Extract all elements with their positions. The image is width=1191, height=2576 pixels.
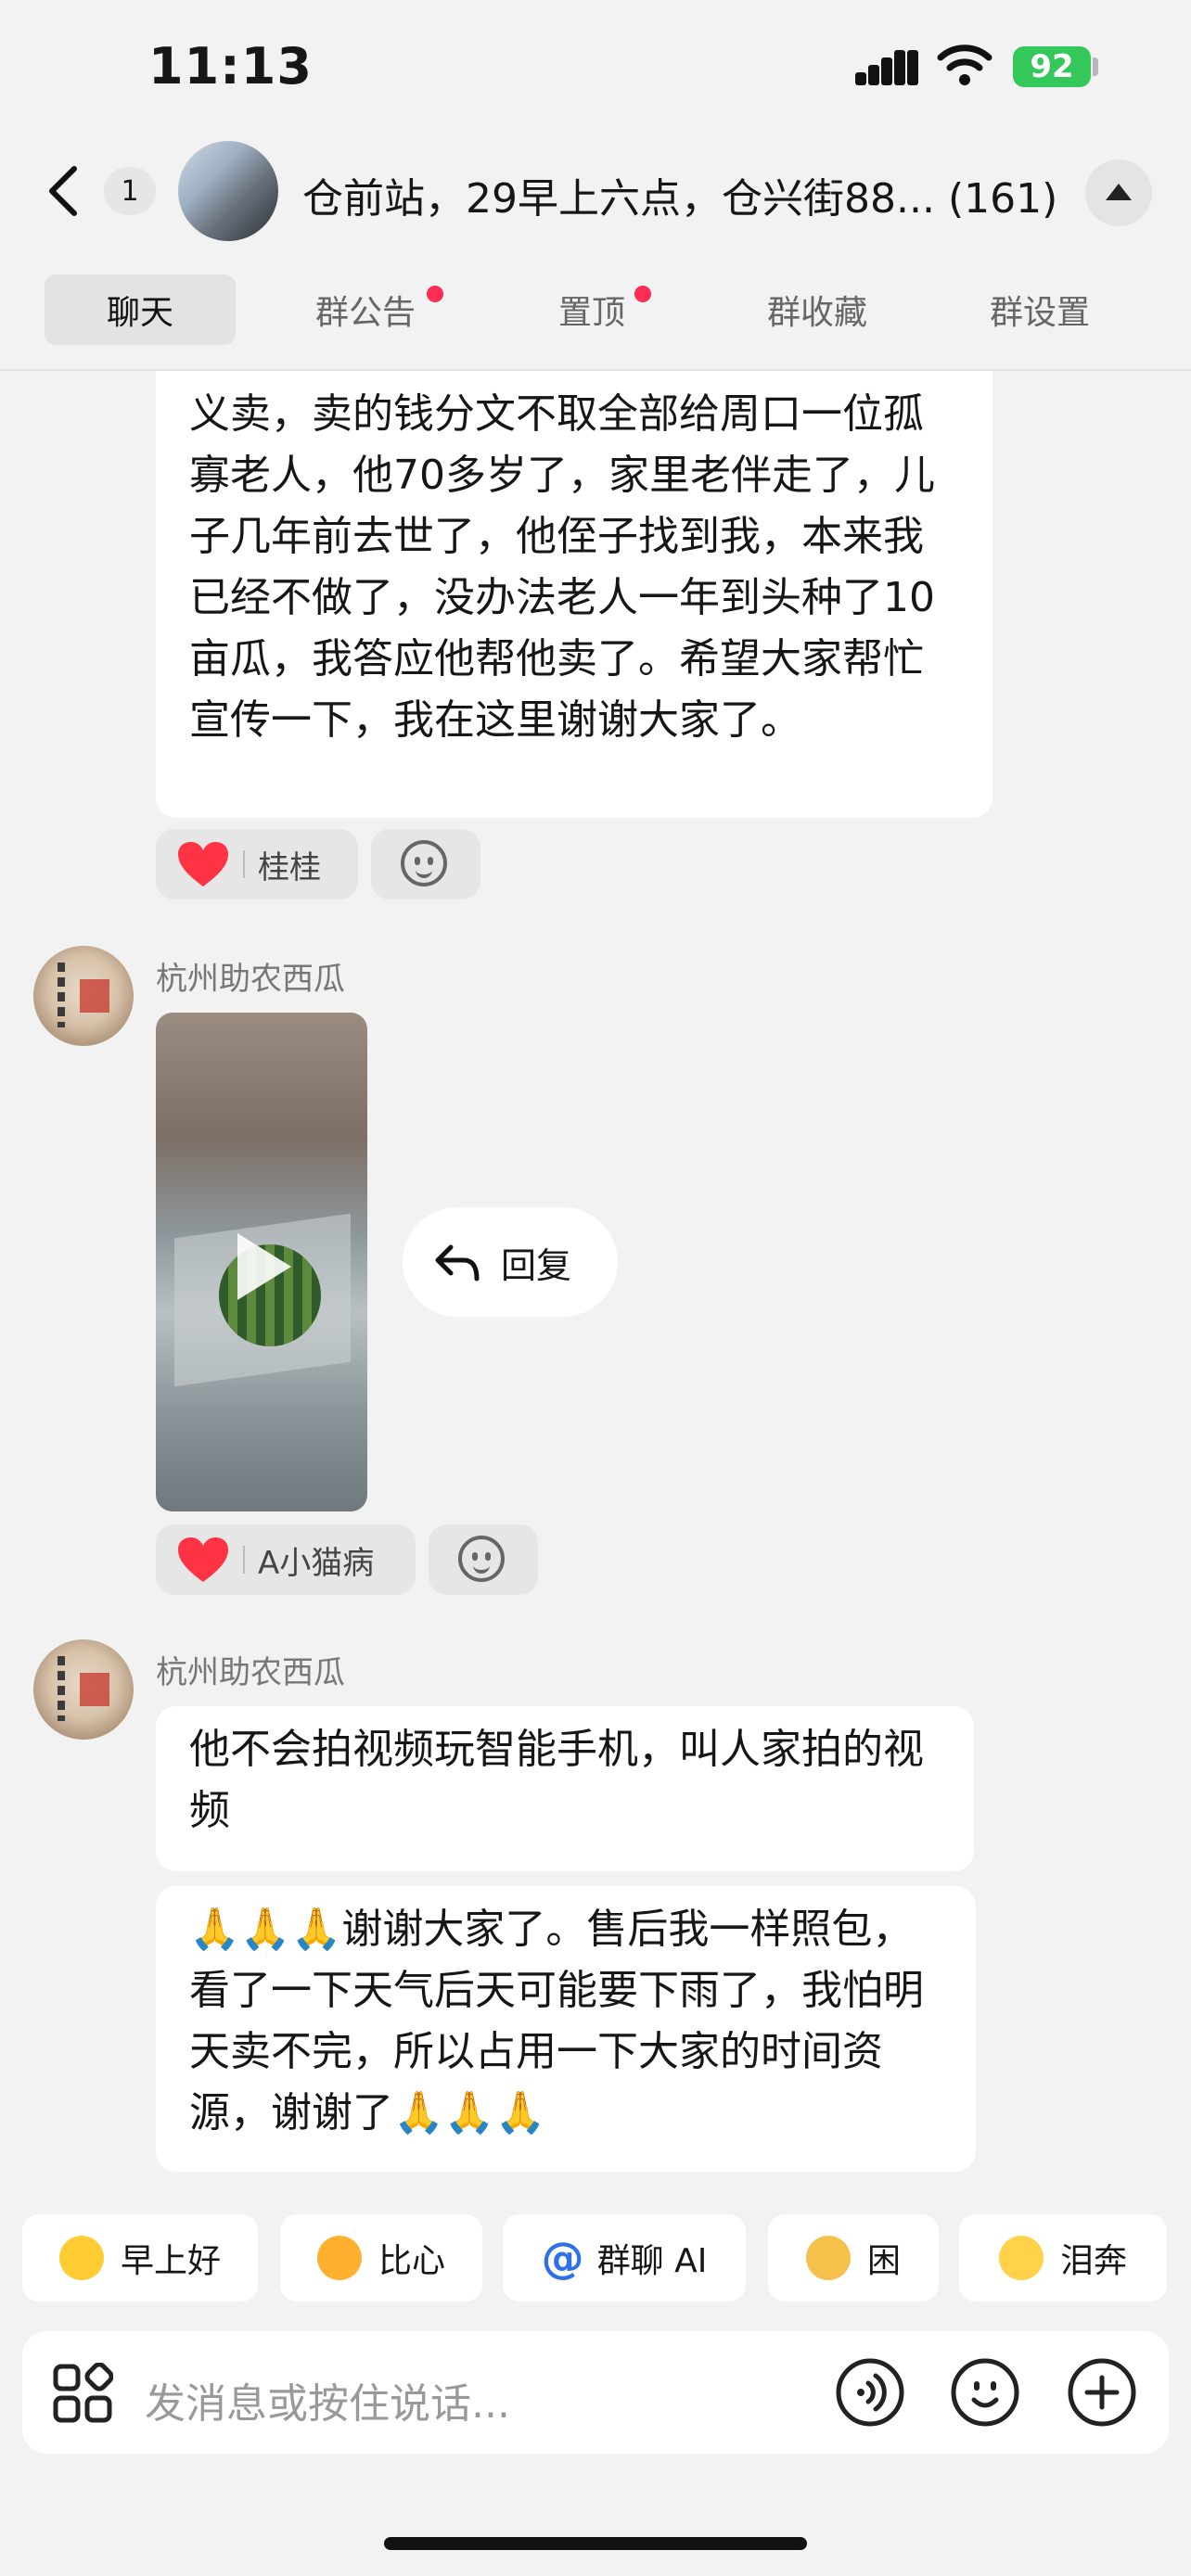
- unread-count-badge[interactable]: 1: [104, 167, 156, 215]
- group-avatar[interactable]: [178, 141, 278, 241]
- add-reaction-button[interactable]: [429, 1524, 538, 1595]
- tab-settings[interactable]: 群设置: [978, 274, 1102, 345]
- reply-button[interactable]: 回复: [403, 1207, 618, 1317]
- reaction-chip[interactable]: A小猫病: [156, 1524, 416, 1595]
- at-icon: @: [541, 2233, 584, 2283]
- message-bubble[interactable]: 义卖，卖的钱分文不取全部给周口一位孤寡老人，他70多岁了，家里老伴走了，儿子几年…: [156, 371, 992, 818]
- collapse-header-button[interactable]: [1085, 159, 1152, 226]
- reply-arrow-icon: [435, 1244, 480, 1282]
- battery-level: 92: [1030, 48, 1074, 85]
- separator: [243, 1546, 245, 1574]
- tab-label: 置顶: [557, 294, 625, 332]
- plus-icon[interactable]: [1067, 2357, 1137, 2428]
- tab-pinned[interactable]: 置顶: [538, 274, 651, 345]
- chip-label: 比心: [378, 2242, 445, 2280]
- quick-reply-group-ai[interactable]: @ 群聊 AI: [503, 2214, 746, 2302]
- reply-label: 回复: [501, 1244, 572, 1286]
- tab-chat[interactable]: 聊天: [45, 274, 236, 345]
- cellular-signal-icon: [855, 48, 920, 85]
- battery-icon: 92: [1013, 46, 1091, 87]
- heart-icon: [178, 842, 228, 886]
- smiley-icon: [401, 840, 447, 886]
- quick-reply-heart-hands[interactable]: 比心: [280, 2214, 482, 2302]
- video-message[interactable]: [156, 1013, 367, 1511]
- chevron-left-icon[interactable]: [41, 163, 87, 219]
- quick-reply-crying[interactable]: 泪奔: [959, 2214, 1167, 2302]
- sender-name: 杭州助农西瓜: [156, 1654, 345, 1691]
- chip-label: 群聊 AI: [596, 2242, 708, 2280]
- apps-grid-icon[interactable]: [52, 2363, 113, 2424]
- sleepy-emoji-icon: [805, 2236, 851, 2280]
- notification-dot: [634, 286, 651, 302]
- tab-label: 聊天: [106, 294, 173, 332]
- wifi-icon: [937, 45, 992, 85]
- quick-reply-good-morning[interactable]: 早上好: [22, 2214, 258, 2302]
- separator: [243, 850, 245, 878]
- sender-name: 杭州助农西瓜: [156, 961, 345, 998]
- avatar[interactable]: [33, 1639, 134, 1740]
- quick-reply-sleepy[interactable]: 困: [768, 2214, 939, 2302]
- reaction-chip[interactable]: 桂桂: [156, 829, 358, 899]
- home-indicator: [384, 2537, 807, 2550]
- message-input[interactable]: 发消息或按住说话...: [145, 2370, 510, 2429]
- battery-tip: [1093, 57, 1098, 76]
- avatar[interactable]: [33, 946, 134, 1046]
- chip-label: 泪奔: [1059, 2242, 1127, 2280]
- heart-icon: [178, 1537, 228, 1582]
- tab-label: 群公告: [314, 294, 416, 332]
- tab-label: 群收藏: [766, 294, 867, 332]
- tab-announcement[interactable]: 群公告: [297, 274, 443, 345]
- emoji-picker-icon[interactable]: [950, 2357, 1020, 2428]
- sun-emoji-icon: [58, 2236, 104, 2280]
- crying-emoji-icon: [998, 2236, 1044, 2280]
- add-reaction-button[interactable]: [371, 829, 480, 899]
- group-name: 仓前站，29早上六点，仓兴街88...: [302, 175, 935, 223]
- smiley-icon: [458, 1536, 505, 1582]
- tab-label: 群设置: [989, 294, 1090, 332]
- message-bubble[interactable]: 他不会拍视频玩智能手机，叫人家拍的视频: [156, 1706, 974, 1871]
- play-icon: [237, 1233, 291, 1300]
- reaction-user: A小猫病: [258, 1544, 375, 1582]
- tab-favorites[interactable]: 群收藏: [749, 274, 885, 345]
- heart-hands-emoji-icon: [316, 2236, 362, 2280]
- chip-label: 早上好: [120, 2242, 221, 2280]
- notification-dot: [427, 286, 443, 302]
- status-time: 11:13: [148, 37, 313, 96]
- group-title[interactable]: 仓前站，29早上六点，仓兴街88... (161): [302, 165, 1091, 224]
- voice-input-icon[interactable]: [835, 2357, 905, 2428]
- chip-label: 困: [866, 2242, 901, 2280]
- member-count: (161): [947, 175, 1058, 223]
- reaction-user: 桂桂: [258, 848, 321, 886]
- message-bubble[interactable]: 🙏🙏🙏谢谢大家了。售后我一样照包，看了一下天气后天可能要下雨了，我怕明天卖不完，…: [156, 1886, 976, 2172]
